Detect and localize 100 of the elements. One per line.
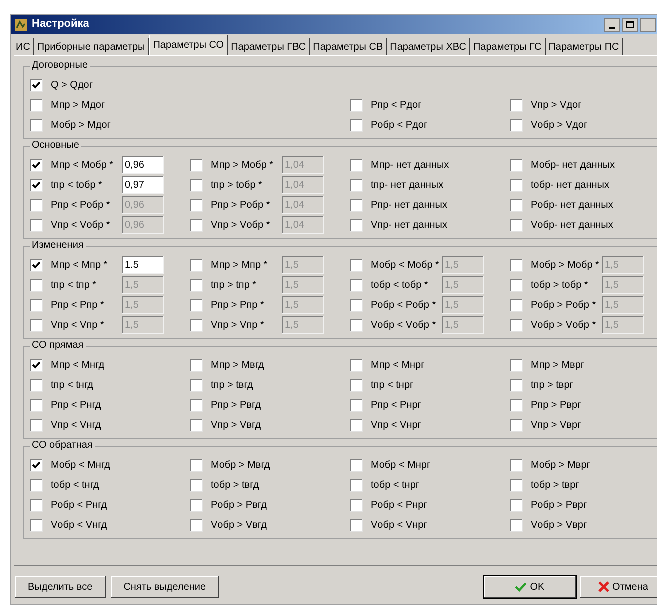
- checkbox[interactable]: [190, 358, 203, 372]
- checkbox[interactable]: [350, 278, 363, 292]
- checkbox[interactable]: [510, 358, 523, 372]
- checkbox[interactable]: [30, 458, 43, 472]
- value-field[interactable]: 0,97: [122, 176, 164, 194]
- value-field[interactable]: 1,5: [442, 296, 484, 314]
- checkbox[interactable]: [510, 278, 523, 292]
- checkbox[interactable]: [510, 218, 523, 232]
- checkbox[interactable]: [510, 258, 523, 272]
- value-field[interactable]: 0,96: [122, 156, 164, 174]
- tab[interactable]: ИС: [13, 38, 34, 55]
- checkbox[interactable]: [190, 478, 203, 492]
- checkbox[interactable]: [30, 218, 43, 232]
- tab[interactable]: Параметры ХВС: [387, 38, 470, 55]
- tab[interactable]: Параметры ГВС: [228, 38, 310, 55]
- checkbox[interactable]: [30, 398, 43, 412]
- value-field[interactable]: 0,96: [122, 216, 164, 234]
- checkbox[interactable]: [190, 258, 203, 272]
- minimize-button[interactable]: [604, 18, 620, 32]
- checkbox[interactable]: [30, 258, 43, 272]
- checkbox[interactable]: [30, 198, 43, 212]
- checkbox[interactable]: [30, 498, 43, 512]
- checkbox[interactable]: [190, 198, 203, 212]
- value-field[interactable]: 1,5: [122, 276, 164, 294]
- checkbox[interactable]: [30, 278, 43, 292]
- value-field[interactable]: 1,5: [602, 276, 644, 294]
- cancel-button[interactable]: Отмена: [580, 576, 657, 598]
- checkbox[interactable]: [350, 458, 363, 472]
- checkbox[interactable]: [190, 278, 203, 292]
- tab[interactable]: Параметры ПС: [546, 38, 624, 55]
- checkbox[interactable]: [30, 378, 43, 392]
- checkbox[interactable]: [190, 378, 203, 392]
- ok-button[interactable]: OK: [484, 576, 576, 598]
- checkbox[interactable]: [350, 178, 363, 192]
- value-field[interactable]: 1,5: [282, 296, 324, 314]
- checkbox[interactable]: [510, 458, 523, 472]
- checkbox[interactable]: [350, 478, 363, 492]
- checkbox[interactable]: [510, 298, 523, 312]
- value-field[interactable]: 1,5: [122, 316, 164, 334]
- checkbox[interactable]: [510, 398, 523, 412]
- checkbox[interactable]: [350, 198, 363, 212]
- checkbox[interactable]: [190, 318, 203, 332]
- checkbox[interactable]: [190, 398, 203, 412]
- checkbox[interactable]: [350, 378, 363, 392]
- checkbox[interactable]: [190, 298, 203, 312]
- checkbox[interactable]: [30, 318, 43, 332]
- checkbox[interactable]: [30, 98, 43, 112]
- checkbox[interactable]: [510, 478, 523, 492]
- checkbox[interactable]: [30, 518, 43, 532]
- tab[interactable]: Параметры ГС: [470, 38, 546, 55]
- checkbox[interactable]: [350, 218, 363, 232]
- checkbox[interactable]: [190, 418, 203, 432]
- value-field[interactable]: 1,5: [282, 316, 324, 334]
- checkbox[interactable]: [350, 418, 363, 432]
- value-field[interactable]: 1,5: [442, 256, 484, 274]
- checkbox[interactable]: [350, 398, 363, 412]
- checkbox[interactable]: [30, 418, 43, 432]
- checkbox[interactable]: [350, 98, 363, 112]
- value-field[interactable]: 1,5: [602, 296, 644, 314]
- value-field[interactable]: 1,5: [442, 276, 484, 294]
- checkbox[interactable]: [350, 518, 363, 532]
- checkbox[interactable]: [350, 118, 363, 132]
- action-button[interactable]: Выделить все: [15, 576, 106, 598]
- value-field[interactable]: 1,5: [122, 296, 164, 314]
- checkbox[interactable]: [350, 318, 363, 332]
- checkbox[interactable]: [30, 78, 43, 92]
- checkbox[interactable]: [350, 358, 363, 372]
- checkbox[interactable]: [190, 218, 203, 232]
- checkbox[interactable]: [510, 318, 523, 332]
- checkbox[interactable]: [510, 378, 523, 392]
- value-field[interactable]: 0,96: [122, 196, 164, 214]
- value-field[interactable]: 1,5: [282, 256, 324, 274]
- value-field[interactable]: 1,04: [282, 156, 324, 174]
- checkbox[interactable]: [30, 118, 43, 132]
- maximize-button[interactable]: [622, 18, 638, 32]
- value-field[interactable]: 1,04: [282, 176, 324, 194]
- checkbox[interactable]: [350, 258, 363, 272]
- checkbox[interactable]: [30, 478, 43, 492]
- value-field[interactable]: 1,5: [282, 276, 324, 294]
- value-field[interactable]: 1,5: [602, 256, 644, 274]
- tab[interactable]: Параметры СВ: [310, 38, 388, 55]
- checkbox[interactable]: [350, 298, 363, 312]
- checkbox[interactable]: [510, 98, 523, 112]
- checkbox[interactable]: [30, 158, 43, 172]
- checkbox[interactable]: [510, 518, 523, 532]
- checkbox[interactable]: [30, 358, 43, 372]
- value-field[interactable]: 1,04: [282, 196, 324, 214]
- checkbox[interactable]: [350, 498, 363, 512]
- tab[interactable]: Параметры СО: [149, 35, 228, 55]
- checkbox[interactable]: [190, 498, 203, 512]
- checkbox[interactable]: [510, 418, 523, 432]
- checkbox[interactable]: [510, 118, 523, 132]
- value-field[interactable]: 1.5: [122, 256, 164, 274]
- checkbox[interactable]: [190, 458, 203, 472]
- value-field[interactable]: 1,5: [602, 316, 644, 334]
- action-button[interactable]: Снять выделение: [110, 576, 220, 598]
- checkbox[interactable]: [510, 158, 523, 172]
- checkbox[interactable]: [510, 198, 523, 212]
- checkbox[interactable]: [30, 298, 43, 312]
- checkbox[interactable]: [510, 498, 523, 512]
